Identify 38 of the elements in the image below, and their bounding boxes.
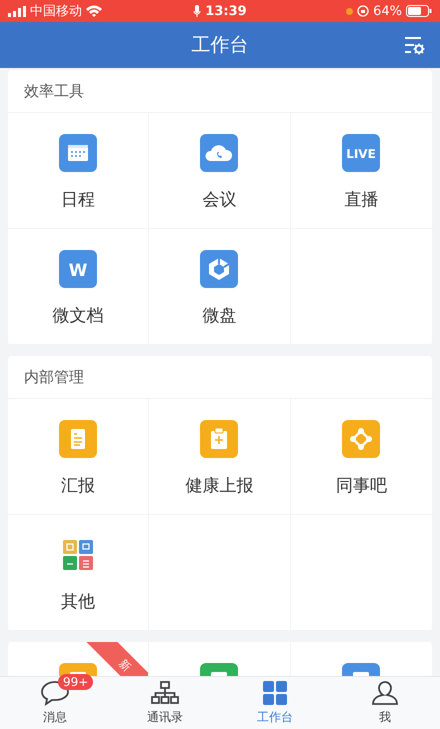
section-title: 内部管理 — [24, 368, 84, 386]
signal-icon — [8, 6, 26, 16]
clipboard-icon — [200, 420, 238, 458]
tab[interactable]: 我 — [330, 677, 440, 729]
battery-icon — [406, 5, 432, 17]
settings-icon[interactable] — [404, 35, 426, 55]
clock-time: 13:39 — [205, 4, 247, 18]
nodes-icon — [342, 420, 380, 458]
battery-percent: 64% — [373, 4, 402, 18]
app-tile[interactable]: 日程 — [8, 113, 150, 229]
wifi-icon — [86, 5, 102, 17]
app-tile[interactable]: 汇报 — [8, 399, 150, 515]
tab[interactable]: 工作台 — [220, 677, 330, 729]
tab[interactable]: 99+ 消息 — [0, 677, 110, 729]
app-tile[interactable]: 其他 — [8, 515, 150, 631]
cloud-icon — [200, 134, 238, 172]
org-chart-icon — [150, 680, 180, 706]
tab[interactable]: 通讯录 — [110, 677, 220, 729]
live-icon: LIVE — [342, 134, 380, 172]
calendar-icon — [59, 134, 98, 172]
person-icon — [371, 680, 399, 706]
grid-icon — [262, 680, 288, 706]
app-tile[interactable]: 会议 — [149, 113, 291, 229]
rotation-lock-icon — [357, 5, 370, 17]
cube-icon — [200, 250, 238, 288]
carrier-name: 中国移动 — [30, 3, 82, 20]
app-tile[interactable]: 微盘 — [149, 229, 291, 345]
section-title: 效率工具 — [24, 82, 84, 100]
unread-badge: 99+ — [58, 674, 94, 690]
app-tile[interactable]: LIVE 直播 — [290, 113, 432, 229]
dot-icon — [346, 8, 354, 14]
report-icon — [59, 420, 98, 458]
page-title: 工作台 — [192, 33, 248, 58]
doc-icon: W — [59, 250, 98, 288]
app-tile[interactable]: 同事吧 — [290, 399, 432, 515]
app-tile[interactable]: 健康上报 — [149, 399, 291, 515]
microphone-icon — [193, 5, 202, 17]
app-tile[interactable]: W 微文档 — [8, 229, 150, 345]
